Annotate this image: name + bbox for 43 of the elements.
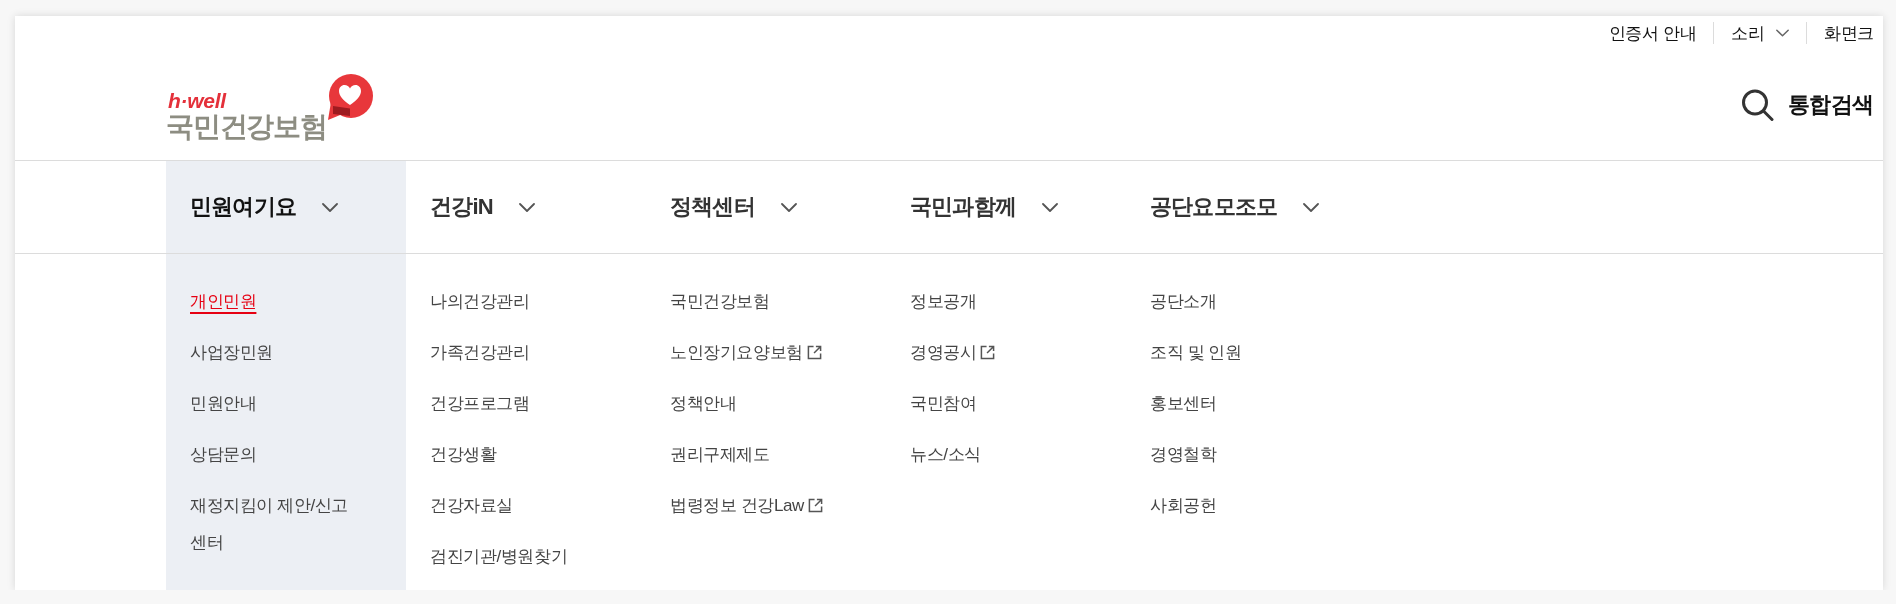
submenu-link[interactable]: 뉴스/소식: [910, 436, 981, 473]
chevron-down-icon: [1042, 202, 1058, 212]
menu-tab[interactable]: 공단요모조모: [1126, 161, 1366, 253]
submenu-link[interactable]: 사회공헌: [1150, 487, 1217, 524]
submenu-link[interactable]: 국민건강보험: [670, 283, 770, 320]
menu-tab[interactable]: 국민과함께: [886, 161, 1126, 253]
chevron-down-icon: [1303, 202, 1320, 212]
submenu-link[interactable]: 경영공시: [910, 334, 996, 371]
search-icon: [1741, 89, 1776, 121]
menu-tab[interactable]: 정책센터: [646, 161, 886, 253]
submenu-link[interactable]: 정책안내: [670, 385, 737, 422]
utility-link[interactable]: 인증서 안내: [1591, 22, 1714, 44]
submenu-link[interactable]: 개인민원: [190, 283, 257, 320]
submenu-link[interactable]: 법령정보 건강Law: [670, 487, 823, 524]
submenu-link[interactable]: 권리구제제도: [670, 436, 770, 473]
submenu-link[interactable]: 국민참여: [910, 385, 977, 422]
submenu-link[interactable]: 민원안내: [190, 385, 257, 422]
logo-text: 국민건강보험: [166, 111, 327, 143]
menu-tab[interactable]: 민원여기요: [166, 161, 406, 253]
submenu-link[interactable]: 가족건강관리: [430, 334, 530, 371]
utility-link[interactable]: 화면크: [1805, 22, 1874, 44]
submenu-link[interactable]: 재정지킴이 제안/신고 센터: [190, 487, 366, 561]
submenu-link[interactable]: 건강자료실: [430, 487, 513, 524]
submenu-link[interactable]: 건강생활: [430, 436, 497, 473]
submenu-link[interactable]: 상담문의: [190, 436, 257, 473]
submenu-link[interactable]: 공단소개: [1150, 283, 1217, 320]
submenu-link[interactable]: 경영철학: [1150, 436, 1217, 473]
submenu-link[interactable]: 노인장기요양보험: [670, 334, 822, 371]
logo-tagline: h·well: [167, 91, 226, 111]
chevron-down-icon: [518, 202, 535, 212]
submenu-link[interactable]: 홍보센터: [1150, 385, 1217, 422]
submenu-link[interactable]: 조직 및 인원: [1150, 334, 1242, 371]
chevron-down-icon: [322, 202, 338, 212]
utility-link[interactable]: 소리: [1713, 22, 1806, 44]
heart-bubble-icon: [326, 73, 373, 121]
menu-tab[interactable]: 건강iN: [406, 161, 646, 253]
search-button[interactable]: 통합검색: [1741, 89, 1873, 121]
submenu-link[interactable]: 건강프로그램: [430, 385, 530, 422]
submenu-link[interactable]: 검진기관/병원찾기: [430, 538, 568, 575]
submenu-link[interactable]: 사업장민원: [190, 334, 273, 371]
submenu-link[interactable]: 정보공개: [910, 283, 977, 320]
chevron-down-icon: [780, 202, 797, 212]
submenu-link[interactable]: 나의건강관리: [430, 283, 530, 320]
